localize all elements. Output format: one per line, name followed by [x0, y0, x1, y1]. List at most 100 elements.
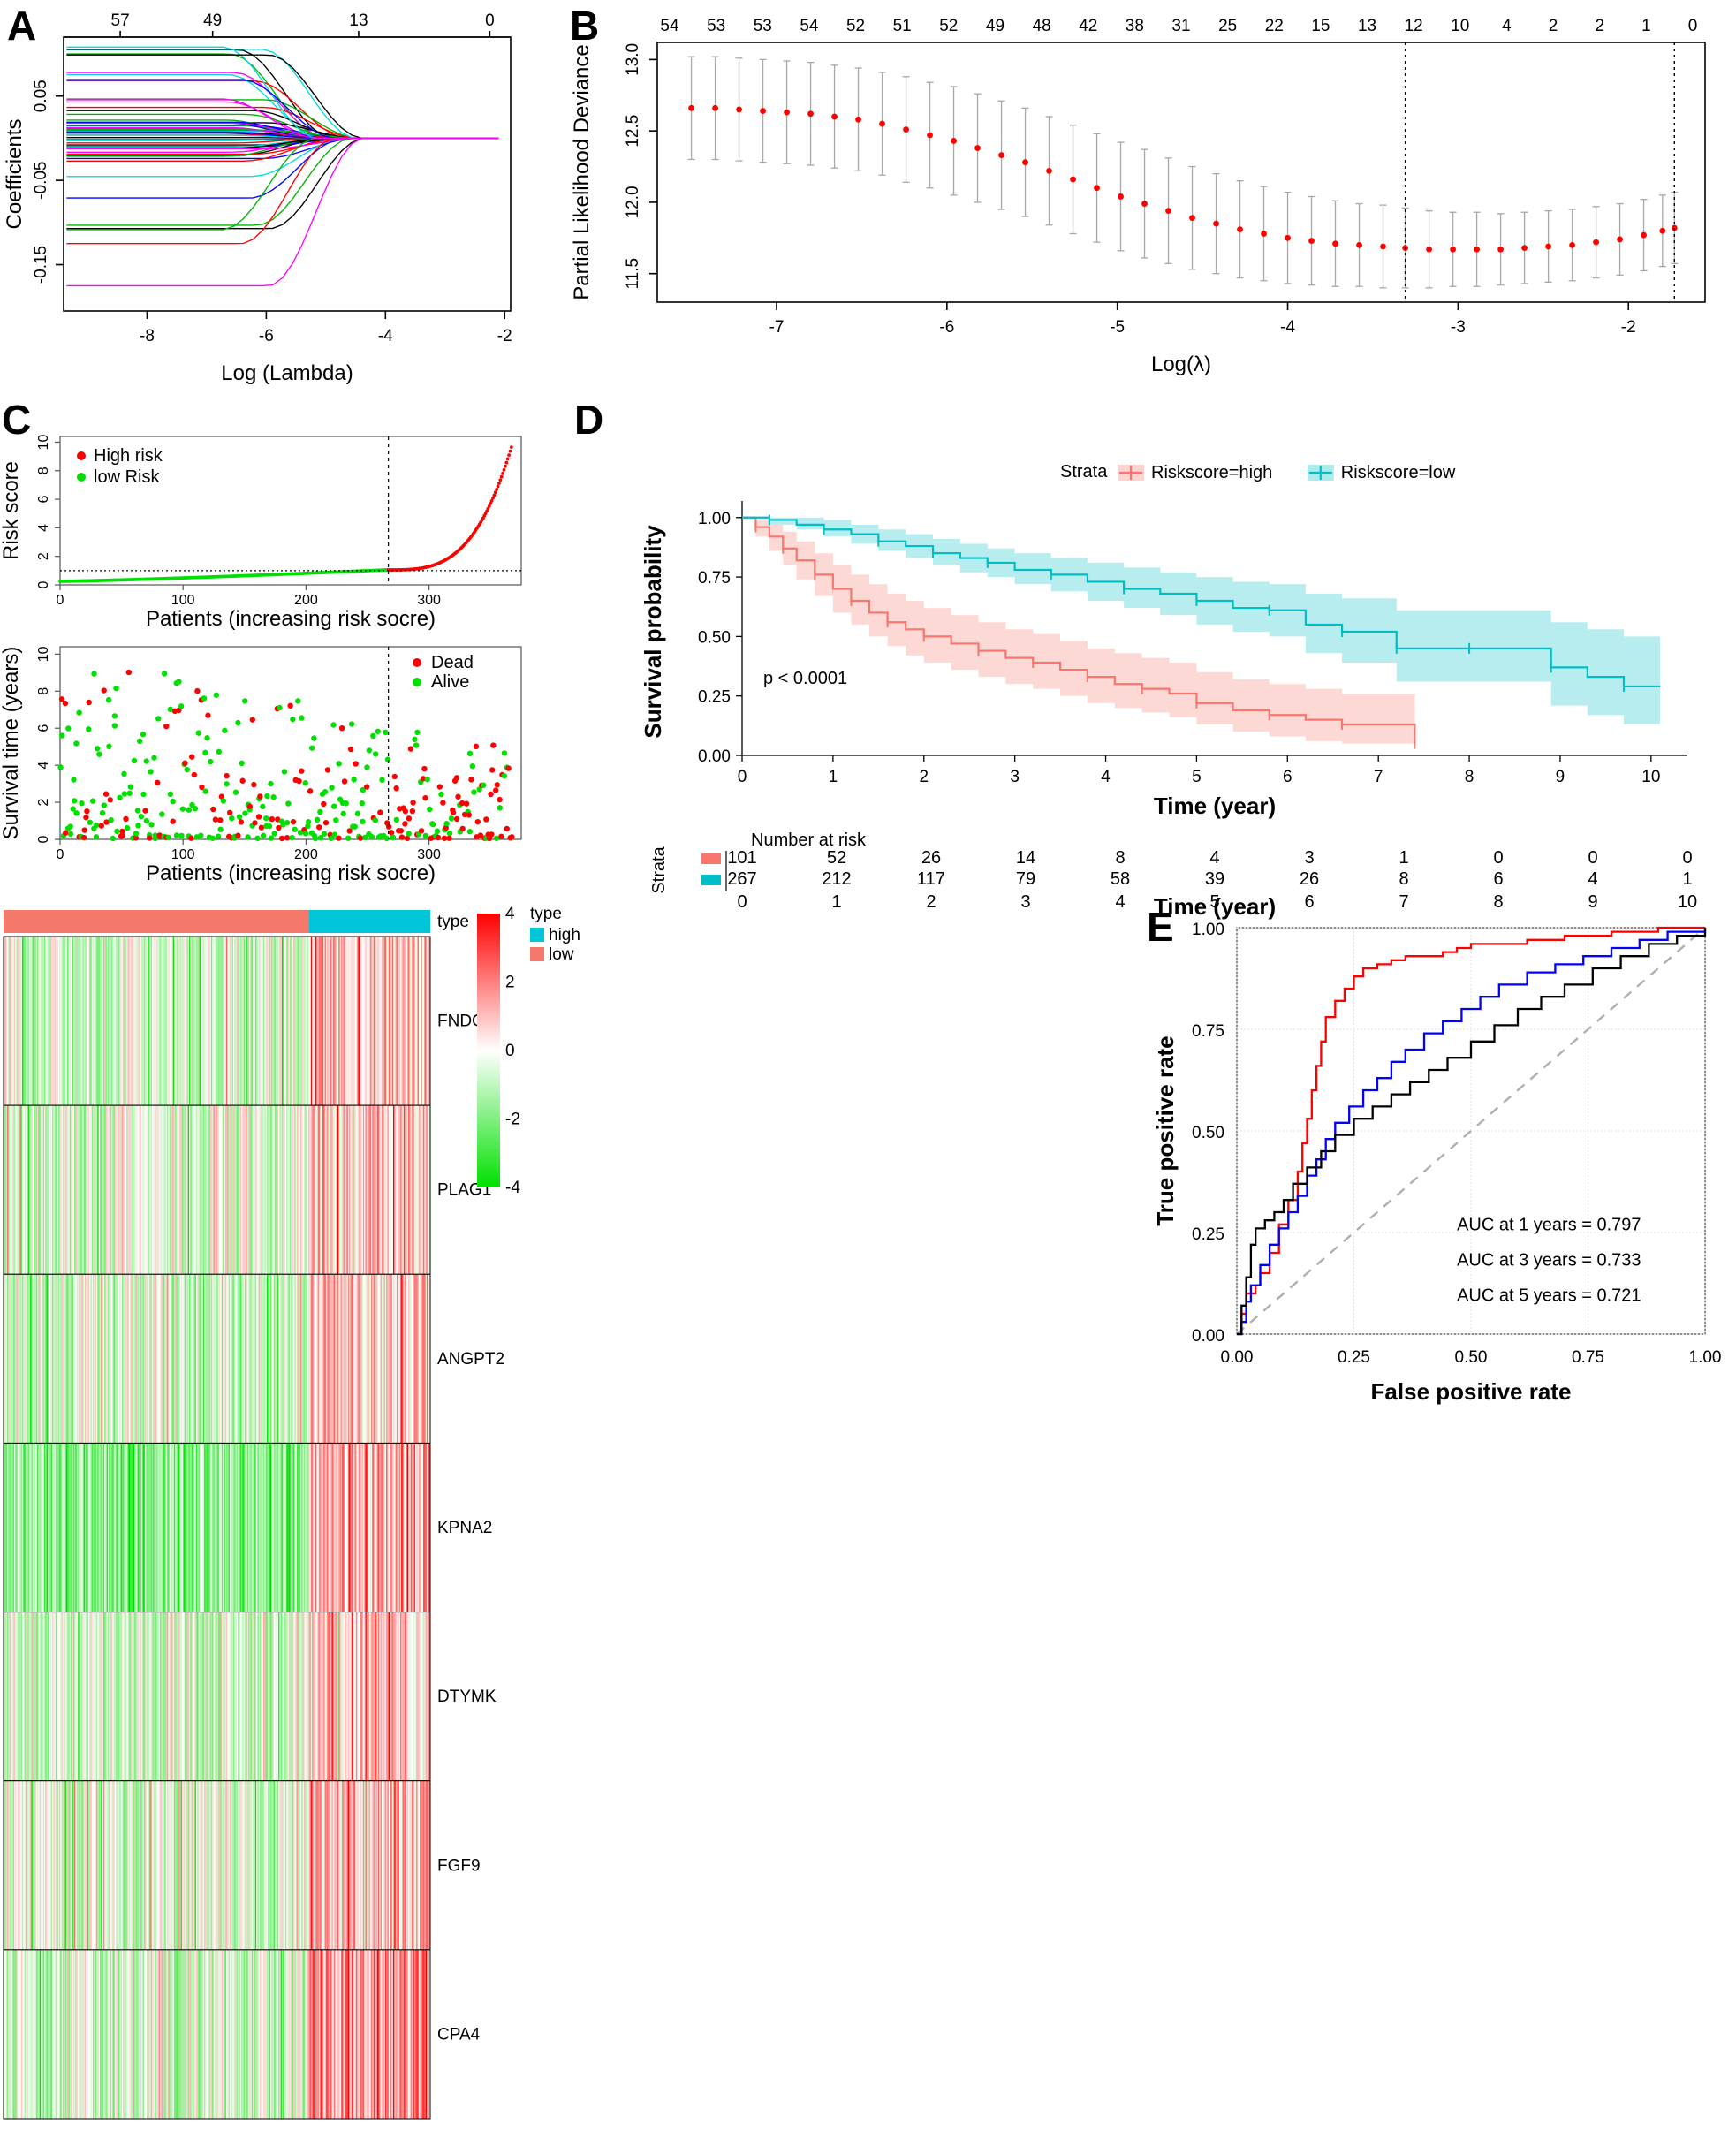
panel-c-bottom-point [186, 807, 193, 813]
panel-c-bottom-point [167, 791, 174, 798]
risk-table-time-tick: 3 [1020, 892, 1030, 912]
panel-b-point [1237, 226, 1243, 233]
panel-e-chart: 0.00 0.25 0.50 0.75 1.00 0.00 0.25 0.50 0.75 1.00… [1140, 892, 1736, 1511]
panel-b-point [855, 116, 861, 123]
panel-c-top-legend-dot [77, 473, 86, 482]
panel-c-top-point [505, 457, 510, 461]
panel-b-svg: 54 53 53 54 52 51 52 49 48 42 38 31 25 22 15 13 12 10 4 2 2 1… [570, 17, 1706, 376]
panel-c-bottom-point [471, 789, 477, 795]
heatmap-legend-swatch-low [530, 947, 544, 961]
panel-c-bottom-point [370, 732, 376, 740]
panel-c-bottom-point [440, 800, 446, 806]
panel-c-bottom-point [483, 816, 489, 823]
panel-c-bottom-point [446, 830, 453, 837]
panel-c-bottom-point [473, 743, 480, 750]
panel-c-bottom-point [448, 815, 455, 822]
panel-c-bottom-point [224, 781, 230, 787]
panel-c-bottom-point [314, 816, 321, 823]
panel-c-bottom-point [176, 679, 182, 685]
risk-table-cell: 4 [1209, 848, 1219, 868]
panel-c-bottom-point [194, 687, 201, 694]
panel-c-bottom-point [121, 770, 127, 777]
panel-c-bottom-xtick: 0 [57, 847, 64, 862]
panel-c-bottom-point [390, 834, 397, 840]
panel-c-bottom-point [330, 803, 337, 809]
panel-c-bottom-point [489, 767, 496, 773]
panel-c-bottom-point [321, 800, 327, 808]
panel-b-point [1497, 246, 1504, 253]
panel-c-bottom-point [268, 835, 275, 841]
panel-c-top-legend-label: low Risk [94, 467, 160, 487]
panel-c-heatmap-svg: typeFNDC4PLAG1ANGPT2KPNA2DTYMKFGF9CPA442… [3, 905, 580, 2120]
panel-b-point [879, 120, 885, 127]
panel-c-bottom-point [192, 806, 199, 812]
panel-c-bottom-point [238, 819, 245, 825]
panel-b-ytick: 12.5 [624, 115, 642, 148]
risk-table-cell: 0 [1588, 848, 1597, 868]
panel-e-xtick: 0.50 [1455, 1348, 1488, 1367]
panel-c-bottom-point [81, 827, 87, 833]
panel-e-xlabel: False positive rate [1371, 1378, 1572, 1405]
panel-b-top-count: 52 [939, 17, 958, 35]
panel-c-bottom-point [101, 687, 107, 694]
panel-c-bottom-point [235, 832, 241, 838]
panel-c-bottom-point [189, 754, 195, 760]
panel-c-bottom-point [424, 776, 430, 783]
panel-c-bottom-point [347, 746, 354, 753]
panel-c-bottom-point [270, 794, 277, 800]
panel-b-top-count: 51 [893, 17, 912, 35]
panel-c-bottom-point [260, 832, 267, 838]
panel-c-bottom-point [102, 791, 110, 797]
panel-a-top-tick: 49 [203, 11, 222, 30]
panel-c-bottom-point [406, 815, 413, 822]
panel-c-bottom-point [143, 758, 149, 764]
panel-c-bottom-point [123, 815, 129, 823]
panel-d-legend-label: Riskscore=high [1151, 463, 1272, 482]
panel-c-bottom-point [191, 771, 198, 778]
panel-b-top-count: 22 [1265, 17, 1284, 35]
panel-c-top-point [509, 445, 513, 450]
panel-c-bottom-point [249, 717, 256, 723]
panel-c-bottom-point [62, 700, 69, 707]
panel-c-bottom-point [111, 723, 118, 729]
heatmap-row-label: FGF9 [437, 1856, 481, 1875]
panel-c-bottom-point [86, 726, 92, 732]
panel-b-point [974, 145, 981, 151]
panel-c-bottom-point [498, 833, 504, 840]
panel-c-bottom-point [71, 798, 78, 804]
panel-c-bottom-point [307, 788, 314, 794]
panel-b-top-count: 53 [707, 17, 725, 35]
panel-b-point [1022, 159, 1028, 166]
risk-table-cell: 4 [1588, 869, 1597, 889]
panel-c-bottom-point [264, 793, 270, 800]
panel-c-bottom-point [179, 806, 186, 812]
panel-b-top-count: 42 [1079, 17, 1097, 35]
panel-b-top-count: 2 [1595, 17, 1604, 35]
panel-d-legend-title: Strata [1060, 462, 1108, 482]
panel-c-bottom-point [409, 808, 416, 815]
heatmap-row-label: CPA4 [437, 2025, 481, 2044]
panel-b-xlabel: Log(λ) [1151, 353, 1211, 376]
panel-d-ytick: 0.50 [698, 628, 731, 647]
risk-table-title: Number at risk [751, 831, 867, 850]
panel-b-point [784, 109, 790, 116]
panel-b-point [1380, 243, 1386, 250]
panel-c-bottom-point [266, 823, 273, 830]
panel-c-bottom-point [352, 823, 358, 830]
panel-c-bottom-point [488, 791, 494, 798]
heatmap-row-label: DTYMK [437, 1688, 497, 1706]
panel-c-top-point [507, 453, 511, 457]
panel-c-bottom-point [110, 835, 116, 842]
panel-c-bottom-point [87, 819, 94, 826]
panel-c-bottom-ytick: 4 [36, 762, 51, 770]
panel-c-bottom-point [393, 785, 399, 792]
panel-c-bottom-point [201, 695, 208, 702]
panel-b-point [1426, 246, 1432, 253]
panel-c-bottom-point [364, 784, 370, 790]
panel-c-bottom-point [292, 826, 298, 833]
panel-b-point [1659, 227, 1666, 234]
panel-b-point [1545, 243, 1551, 250]
panel-a-xlabel: Log (Lambda) [221, 361, 353, 385]
panel-a-top-tick: 0 [485, 11, 495, 30]
panel-e-ytick: 0.50 [1192, 1124, 1224, 1142]
